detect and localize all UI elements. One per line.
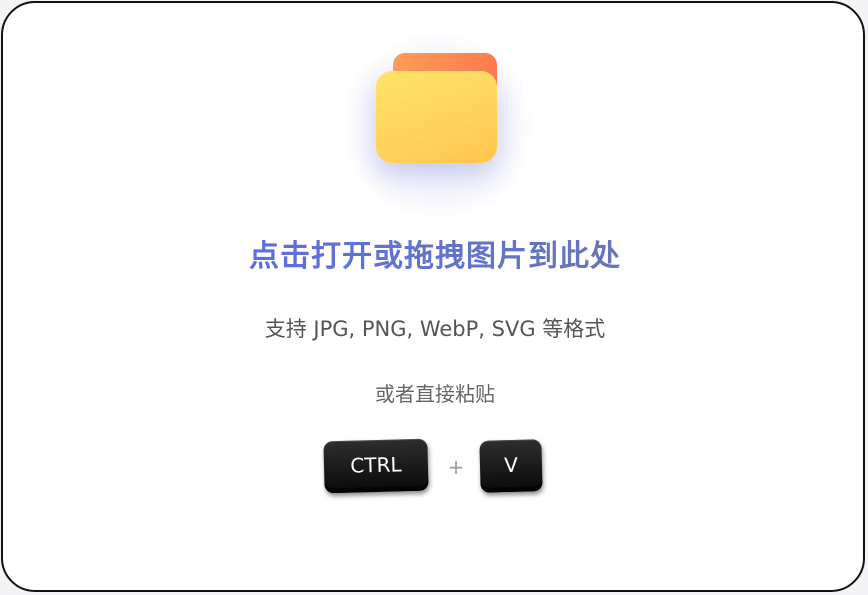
paste-shortcut: CTRL + V	[323, 438, 553, 498]
folder-body	[376, 71, 497, 163]
ctrl-key: CTRL	[323, 438, 429, 494]
upload-title[interactable]: 点击打开或拖拽图片到此处	[3, 235, 867, 279]
v-key: V	[479, 439, 543, 493]
upload-dropzone[interactable]: 点击打开或拖拽图片到此处 支持 JPG, PNG, WebP, SVG 等格式 …	[1, 1, 865, 592]
supported-formats-text: 支持 JPG, PNG, WebP, SVG 等格式	[264, 317, 606, 341]
folder-icon	[343, 31, 533, 221]
plus-sign: +	[447, 455, 465, 479]
paste-hint-text: 或者直接粘贴	[375, 382, 495, 406]
